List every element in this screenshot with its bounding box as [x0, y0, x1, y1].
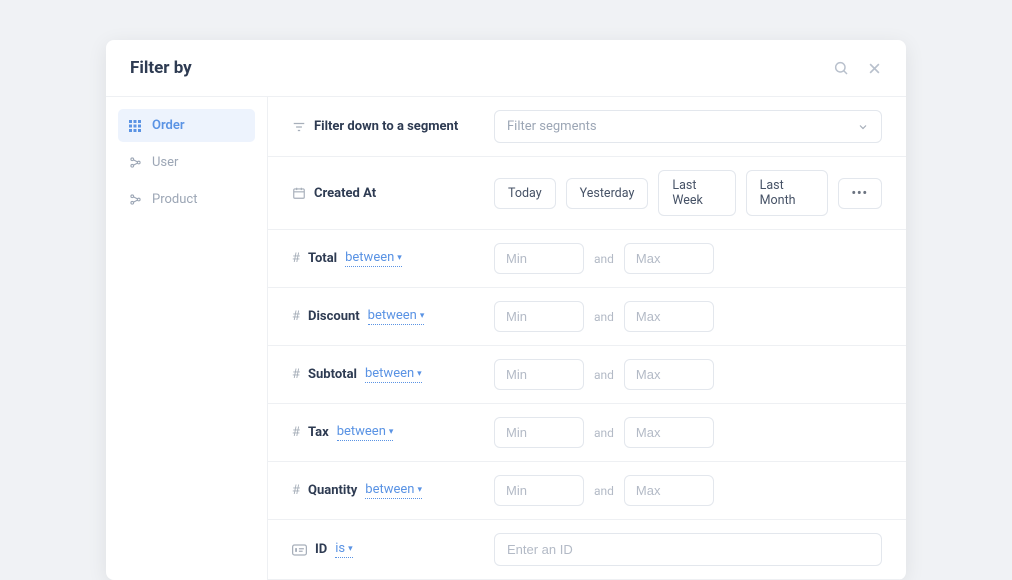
- chevron-down-icon: ▾: [420, 311, 425, 321]
- number-icon: #: [292, 425, 300, 440]
- total-min-input[interactable]: [494, 243, 584, 274]
- and-label: and: [594, 252, 614, 266]
- page-title: Filter by: [130, 58, 192, 78]
- subtotal-operator[interactable]: between▾: [365, 366, 422, 383]
- row-discount: # Discount between▾ and: [268, 288, 906, 346]
- chip-more[interactable]: •••: [838, 178, 882, 209]
- total-label-area: # Total between▾: [292, 250, 478, 267]
- and-label: and: [594, 310, 614, 324]
- discount-max-input[interactable]: [624, 301, 714, 332]
- grid-icon: [128, 119, 142, 133]
- chip-last-week[interactable]: Last Week: [658, 170, 735, 216]
- chip-last-month[interactable]: Last Month: [746, 170, 828, 216]
- sidebar-item-label: Product: [152, 192, 197, 207]
- id-operator[interactable]: is▾: [335, 541, 352, 558]
- quantity-operator[interactable]: between▾: [365, 482, 422, 499]
- header-actions: [833, 60, 882, 76]
- filter-modal: Filter by Order User: [106, 40, 906, 580]
- sidebar-item-user[interactable]: User: [118, 146, 255, 179]
- close-icon[interactable]: [867, 61, 882, 76]
- link-icon: [128, 193, 142, 207]
- total-max-input[interactable]: [624, 243, 714, 274]
- total-controls: and: [494, 243, 882, 274]
- and-label: and: [594, 368, 614, 382]
- sidebar-item-label: Order: [152, 118, 185, 133]
- id-input[interactable]: [494, 533, 882, 566]
- row-created-at: Created At Today Yesterday Last Week Las…: [268, 157, 906, 230]
- tax-max-input[interactable]: [624, 417, 714, 448]
- search-icon[interactable]: [833, 60, 849, 76]
- quantity-max-input[interactable]: [624, 475, 714, 506]
- number-icon: #: [292, 483, 300, 498]
- modal-header: Filter by: [106, 40, 906, 97]
- total-operator[interactable]: between▾: [345, 250, 402, 267]
- filter-icon: [292, 120, 306, 134]
- discount-label-area: # Discount between▾: [292, 308, 478, 325]
- link-icon: [128, 156, 142, 170]
- subtotal-controls: and: [494, 359, 882, 390]
- discount-operator[interactable]: between▾: [368, 308, 425, 325]
- row-subtotal: # Subtotal between▾ and: [268, 346, 906, 404]
- chevron-down-icon: ▾: [348, 544, 353, 554]
- sidebar-item-label: User: [152, 155, 178, 170]
- chevron-down-icon: ▾: [389, 427, 394, 437]
- row-id: ID is▾: [268, 520, 906, 580]
- segment-label: Filter down to a segment: [314, 119, 458, 134]
- discount-min-input[interactable]: [494, 301, 584, 332]
- row-quantity: # Quantity between▾ and: [268, 462, 906, 520]
- quantity-min-input[interactable]: [494, 475, 584, 506]
- total-label: Total: [308, 251, 337, 266]
- subtotal-min-input[interactable]: [494, 359, 584, 390]
- id-label: ID: [315, 542, 327, 557]
- segment-select[interactable]: Filter segments: [494, 110, 882, 143]
- row-total: # Total between▾ and: [268, 230, 906, 288]
- discount-controls: and: [494, 301, 882, 332]
- chevron-down-icon: ▾: [397, 253, 402, 263]
- chip-yesterday[interactable]: Yesterday: [566, 178, 649, 209]
- number-icon: #: [292, 309, 300, 324]
- and-label: and: [594, 426, 614, 440]
- number-icon: #: [292, 367, 300, 382]
- tax-min-input[interactable]: [494, 417, 584, 448]
- id-label-area: ID is▾: [292, 541, 478, 558]
- subtotal-max-input[interactable]: [624, 359, 714, 390]
- quantity-controls: and: [494, 475, 882, 506]
- subtotal-label: Subtotal: [308, 367, 357, 382]
- chevron-down-icon: ▾: [417, 485, 422, 495]
- chip-today[interactable]: Today: [494, 178, 556, 209]
- segment-placeholder: Filter segments: [507, 119, 597, 134]
- modal-body: Order User Product: [106, 97, 906, 580]
- sidebar-item-order[interactable]: Order: [118, 109, 255, 142]
- sidebar-item-product[interactable]: Product: [118, 183, 255, 216]
- row-tax: # Tax between▾ and: [268, 404, 906, 462]
- calendar-icon: [292, 186, 306, 200]
- sidebar: Order User Product: [106, 97, 268, 580]
- tax-label-area: # Tax between▾: [292, 424, 478, 441]
- tax-controls: and: [494, 417, 882, 448]
- quantity-label: Quantity: [308, 483, 357, 498]
- id-icon: [292, 544, 307, 556]
- subtotal-label-area: # Subtotal between▾: [292, 366, 478, 383]
- created-controls: Today Yesterday Last Week Last Month •••: [494, 170, 882, 216]
- number-icon: #: [292, 251, 300, 266]
- filter-main: Filter down to a segment Filter segments: [268, 97, 906, 580]
- segment-controls: Filter segments: [494, 110, 882, 143]
- id-controls: [494, 533, 882, 566]
- segment-label-area: Filter down to a segment: [292, 119, 478, 134]
- tax-label: Tax: [308, 425, 329, 440]
- created-label-area: Created At: [292, 186, 478, 201]
- row-segment: Filter down to a segment Filter segments: [268, 97, 906, 157]
- quantity-label-area: # Quantity between▾: [292, 482, 478, 499]
- tax-operator[interactable]: between▾: [337, 424, 394, 441]
- discount-label: Discount: [308, 309, 360, 324]
- chevron-down-icon: [857, 121, 869, 133]
- chevron-down-icon: ▾: [417, 369, 422, 379]
- created-label: Created At: [314, 186, 376, 201]
- and-label: and: [594, 484, 614, 498]
